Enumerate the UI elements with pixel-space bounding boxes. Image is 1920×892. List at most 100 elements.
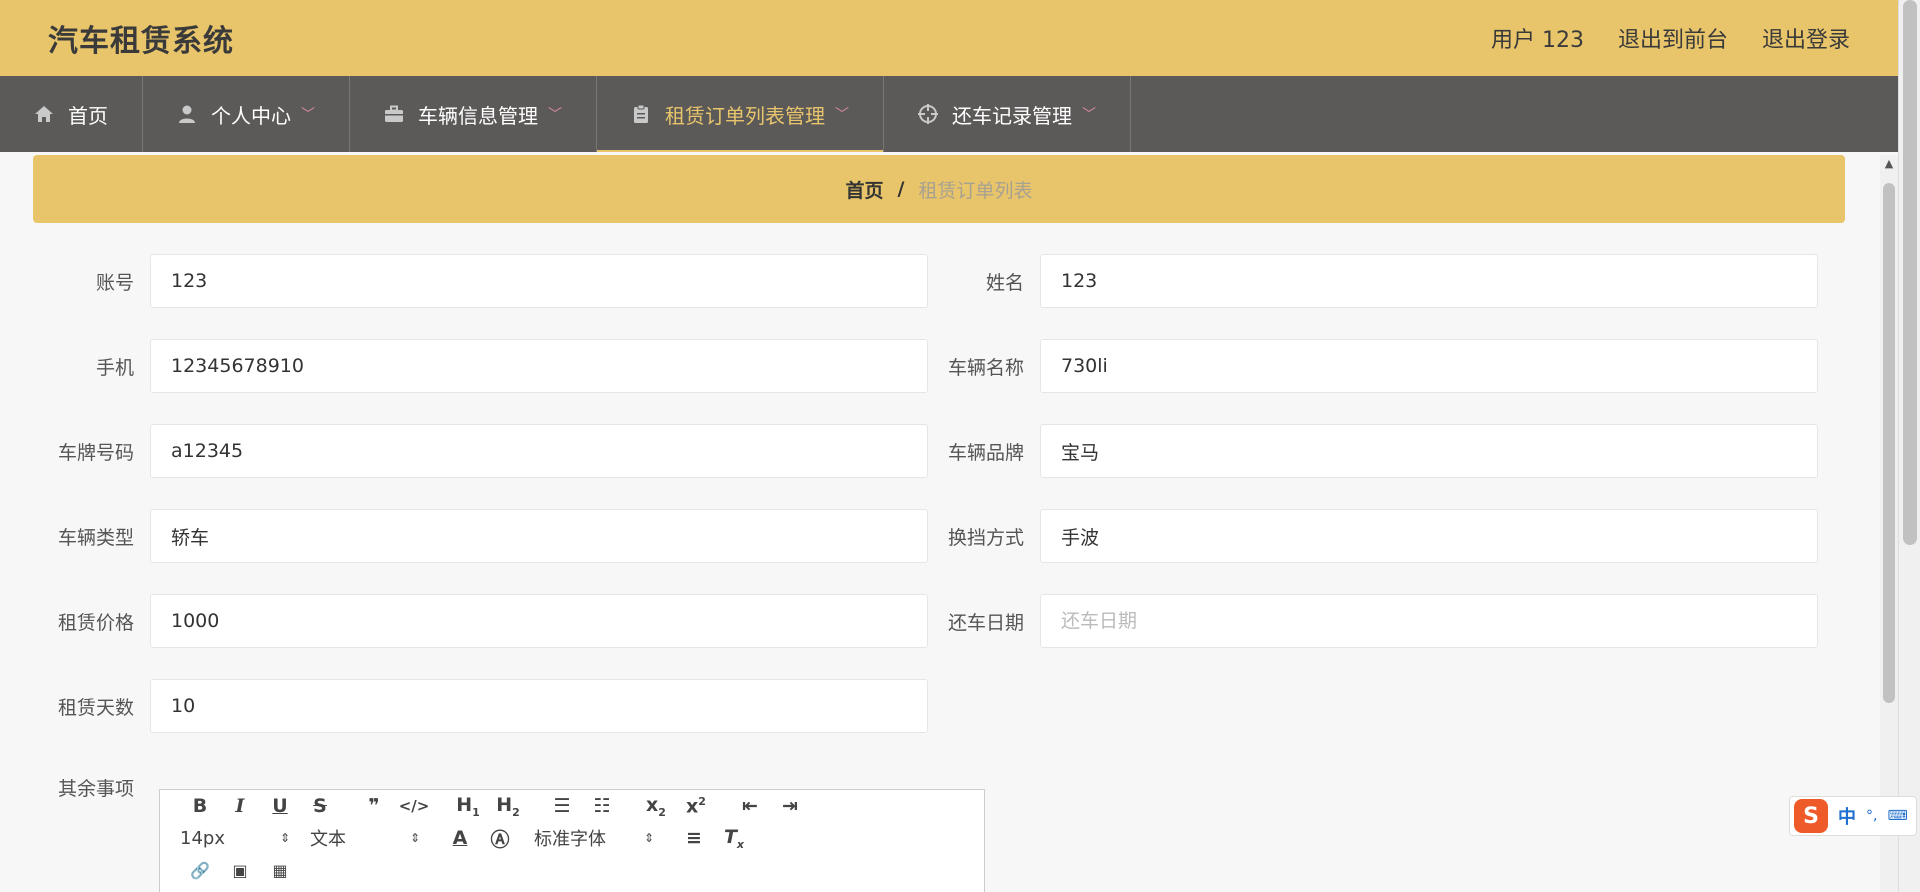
bullet-list-icon[interactable]: ☷ [582, 795, 622, 817]
page-scrollbar[interactable] [1898, 0, 1920, 892]
block-type-select[interactable]: 文本 ⇕ [310, 825, 420, 851]
ime-toolbar[interactable]: S 中 °, ⌨ [1789, 796, 1917, 836]
nav-item-home[interactable]: 首页 [0, 76, 143, 152]
rich-text-editor[interactable]: B I U S ❞ </> H1 H2 ☰ ☷ x2 x2 ⇤ ⇥ 14px ⇕ … [159, 789, 985, 892]
font-family-select[interactable]: 标准字体 ⇕ [534, 825, 654, 851]
page-scroll-thumb[interactable] [1903, 0, 1917, 545]
scroll-thumb[interactable] [1883, 183, 1895, 703]
block-type-value: 文本 [310, 829, 346, 850]
form-row-brand: 车辆品牌 [930, 424, 1818, 478]
nav-item-label: 首页 [68, 103, 108, 128]
clear-format-icon[interactable]: Tx [714, 826, 754, 851]
image-icon[interactable]: ▣ [220, 861, 260, 880]
price-label: 租赁价格 [57, 611, 134, 634]
strikethrough-icon[interactable]: S [300, 795, 340, 817]
breadcrumb-home[interactable]: 首页 [846, 176, 884, 203]
blockquote-icon[interactable]: ❞ [354, 795, 394, 817]
updown-icon: ⇕ [279, 831, 290, 845]
nav-item-label: 个人中心 [211, 103, 291, 128]
form-row-days: 租赁天数 [40, 679, 928, 733]
heading-2-icon[interactable]: H2 [488, 794, 528, 819]
font-size-value: 14px [180, 827, 225, 849]
breadcrumb-separator: / [897, 178, 905, 200]
phone-label: 手机 [95, 356, 134, 379]
align-left-icon[interactable]: ≡ [674, 827, 714, 849]
back-to-front-link[interactable]: 退出到前台 [1618, 22, 1728, 54]
form-row-return-date: 还车日期 [930, 594, 1818, 648]
chevron-down-icon: ﹀ [1082, 107, 1096, 123]
return-date-field[interactable] [1040, 594, 1818, 648]
days-label: 租赁天数 [57, 696, 134, 719]
superscript-icon[interactable]: x2 [676, 795, 716, 817]
outdent-icon[interactable]: ⇤ [730, 795, 770, 817]
gear-label: 换挡方式 [947, 526, 1024, 549]
font-size-select[interactable]: 14px ⇕ [180, 828, 290, 849]
keyboard-icon[interactable]: ⌨ [1887, 808, 1907, 824]
name-field[interactable] [1040, 254, 1818, 308]
crosshair-icon [918, 104, 938, 124]
form-row-gear: 换挡方式 [930, 509, 1818, 563]
price-field[interactable] [150, 594, 928, 648]
nav-item-label: 还车记录管理 [952, 103, 1072, 128]
form-row-car-name: 车辆名称 [930, 339, 1818, 393]
content-scrollbar[interactable]: ▲ [1880, 155, 1898, 892]
briefcase-icon [384, 104, 404, 124]
user-label[interactable]: 用户 123 [1491, 22, 1584, 54]
code-block-icon[interactable]: </> [394, 797, 434, 815]
form-row-price: 租赁价格 [40, 594, 928, 648]
chevron-down-icon: ﹀ [301, 107, 315, 123]
scroll-up-icon[interactable]: ▲ [1880, 157, 1898, 170]
form-row-plate: 车牌号码 [40, 424, 928, 478]
editor-toolbar-row-3: 🔗 ▣ ▦ [160, 854, 984, 886]
ordered-list-icon[interactable]: ☰ [542, 795, 582, 817]
logout-link[interactable]: 退出登录 [1762, 22, 1850, 54]
nav-item-returns[interactable]: 还车记录管理 ﹀ [884, 76, 1131, 152]
brand-label: 车辆品牌 [947, 441, 1024, 464]
app-title: 汽车租赁系统 [48, 24, 234, 59]
breadcrumb-current: 租赁订单列表 [918, 179, 1033, 202]
plate-label: 车牌号码 [57, 441, 134, 464]
name-label: 姓名 [985, 271, 1024, 294]
header-actions: 用户 123 退出到前台 退出登录 [1491, 22, 1850, 54]
breadcrumb: 首页 / 租赁订单列表 [33, 155, 1845, 223]
days-field[interactable] [150, 679, 928, 733]
ime-punct[interactable]: °, [1866, 808, 1877, 824]
ime-logo-icon: S [1794, 799, 1828, 833]
nav-item-orders[interactable]: 租赁订单列表管理 ﹀ [597, 76, 884, 152]
font-color-icon[interactable]: A [440, 827, 480, 849]
subscript-icon[interactable]: x2 [636, 794, 676, 819]
account-label: 账号 [95, 271, 134, 294]
user-icon [177, 104, 197, 124]
car-type-field[interactable] [150, 509, 928, 563]
ime-lang[interactable]: 中 [1838, 803, 1856, 829]
nav-item-profile[interactable]: 个人中心 ﹀ [143, 76, 350, 152]
home-icon [34, 104, 54, 124]
plate-field[interactable] [150, 424, 928, 478]
chevron-down-icon: ﹀ [548, 107, 562, 123]
background-color-icon[interactable]: Ⓐ [480, 825, 520, 852]
gear-field[interactable] [1040, 509, 1818, 563]
nav-item-label: 车辆信息管理 [418, 103, 538, 128]
video-icon[interactable]: ▦ [260, 861, 300, 880]
return-date-label: 还车日期 [947, 611, 1024, 634]
car-name-field[interactable] [1040, 339, 1818, 393]
form-row-name: 姓名 [930, 254, 1818, 308]
brand-field[interactable] [1040, 424, 1818, 478]
account-field[interactable] [150, 254, 928, 308]
nav-item-vehicles[interactable]: 车辆信息管理 ﹀ [350, 76, 597, 152]
editor-toolbar-row-2: 14px ⇕ 文本 ⇕ A Ⓐ 标准字体 ⇕ ≡ Tx [160, 822, 984, 854]
link-icon[interactable]: 🔗 [180, 861, 220, 880]
indent-icon[interactable]: ⇥ [770, 795, 810, 817]
underline-icon[interactable]: U [260, 795, 300, 817]
font-family-value: 标准字体 [534, 829, 606, 850]
chevron-down-icon: ﹀ [835, 107, 849, 123]
phone-field[interactable] [150, 339, 928, 393]
bold-icon[interactable]: B [180, 795, 220, 817]
car-name-label: 车辆名称 [947, 356, 1024, 379]
italic-icon[interactable]: I [220, 795, 260, 817]
form-row-car-type: 车辆类型 [40, 509, 928, 563]
updown-icon: ⇕ [409, 831, 420, 845]
heading-1-icon[interactable]: H1 [448, 794, 488, 819]
top-header: 汽车租赁系统 用户 123 退出到前台 退出登录 [0, 0, 1898, 76]
main-nav: 首页 个人中心 ﹀ 车辆信息管理 ﹀ 租赁订单列表管理 ﹀ 还车记录管理 ﹀ [0, 76, 1898, 152]
